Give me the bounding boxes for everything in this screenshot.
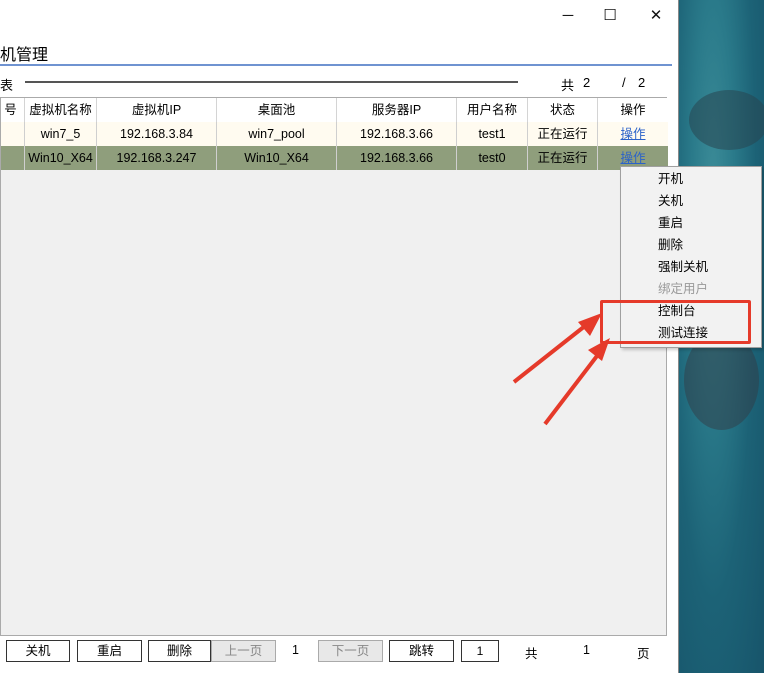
annotation-arrow-icon — [512, 313, 602, 384]
annotation-arrows — [512, 313, 610, 426]
